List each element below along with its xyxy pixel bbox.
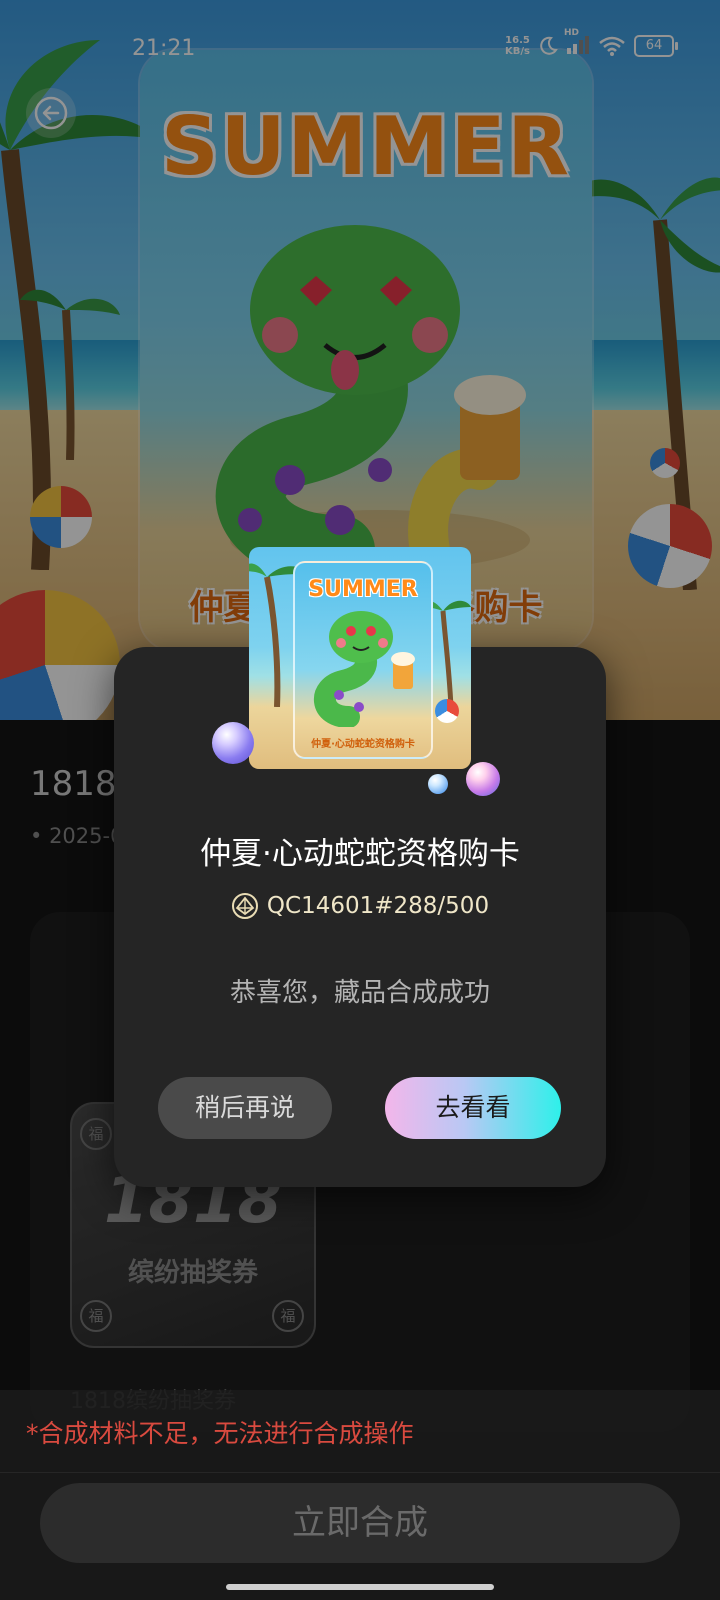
dialog-collectible-image: SUMMER 仲夏·心动蛇蛇资格购卡 — [249, 547, 471, 769]
later-button[interactable]: 稍后再说 — [158, 1077, 332, 1139]
dialog-serial-row: QC14601#288/500 — [114, 892, 606, 920]
dialog-mini-card: SUMMER 仲夏·心动蛇蛇资格购卡 — [293, 561, 433, 759]
dialog-beach-ball — [435, 699, 459, 723]
decor-bubble-small — [428, 774, 448, 794]
view-button[interactable]: 去看看 — [385, 1077, 561, 1139]
dialog-card-title: SUMMER — [308, 577, 418, 602]
decor-bubble-right — [466, 762, 500, 796]
dialog-card-caption: 仲夏·心动蛇蛇资格购卡 — [311, 739, 415, 750]
insufficient-materials-warning: *合成材料不足，无法进行合成操作 — [26, 1419, 414, 1448]
synthesize-button[interactable]: 立即合成 — [40, 1483, 680, 1563]
decor-bubble-large — [212, 722, 254, 764]
bottom-divider — [0, 1472, 720, 1473]
dialog-success-message: 恭喜您，藏品合成成功 — [229, 978, 490, 1008]
blockchain-icon — [231, 893, 258, 919]
home-indicator[interactable] — [226, 1584, 494, 1590]
dialog-snake-illustration — [314, 611, 415, 727]
dialog-collectible-name: 仲夏·心动蛇蛇资格购卡 — [200, 836, 520, 872]
dialog-serial-number: QC14601#288/500 — [266, 893, 490, 919]
